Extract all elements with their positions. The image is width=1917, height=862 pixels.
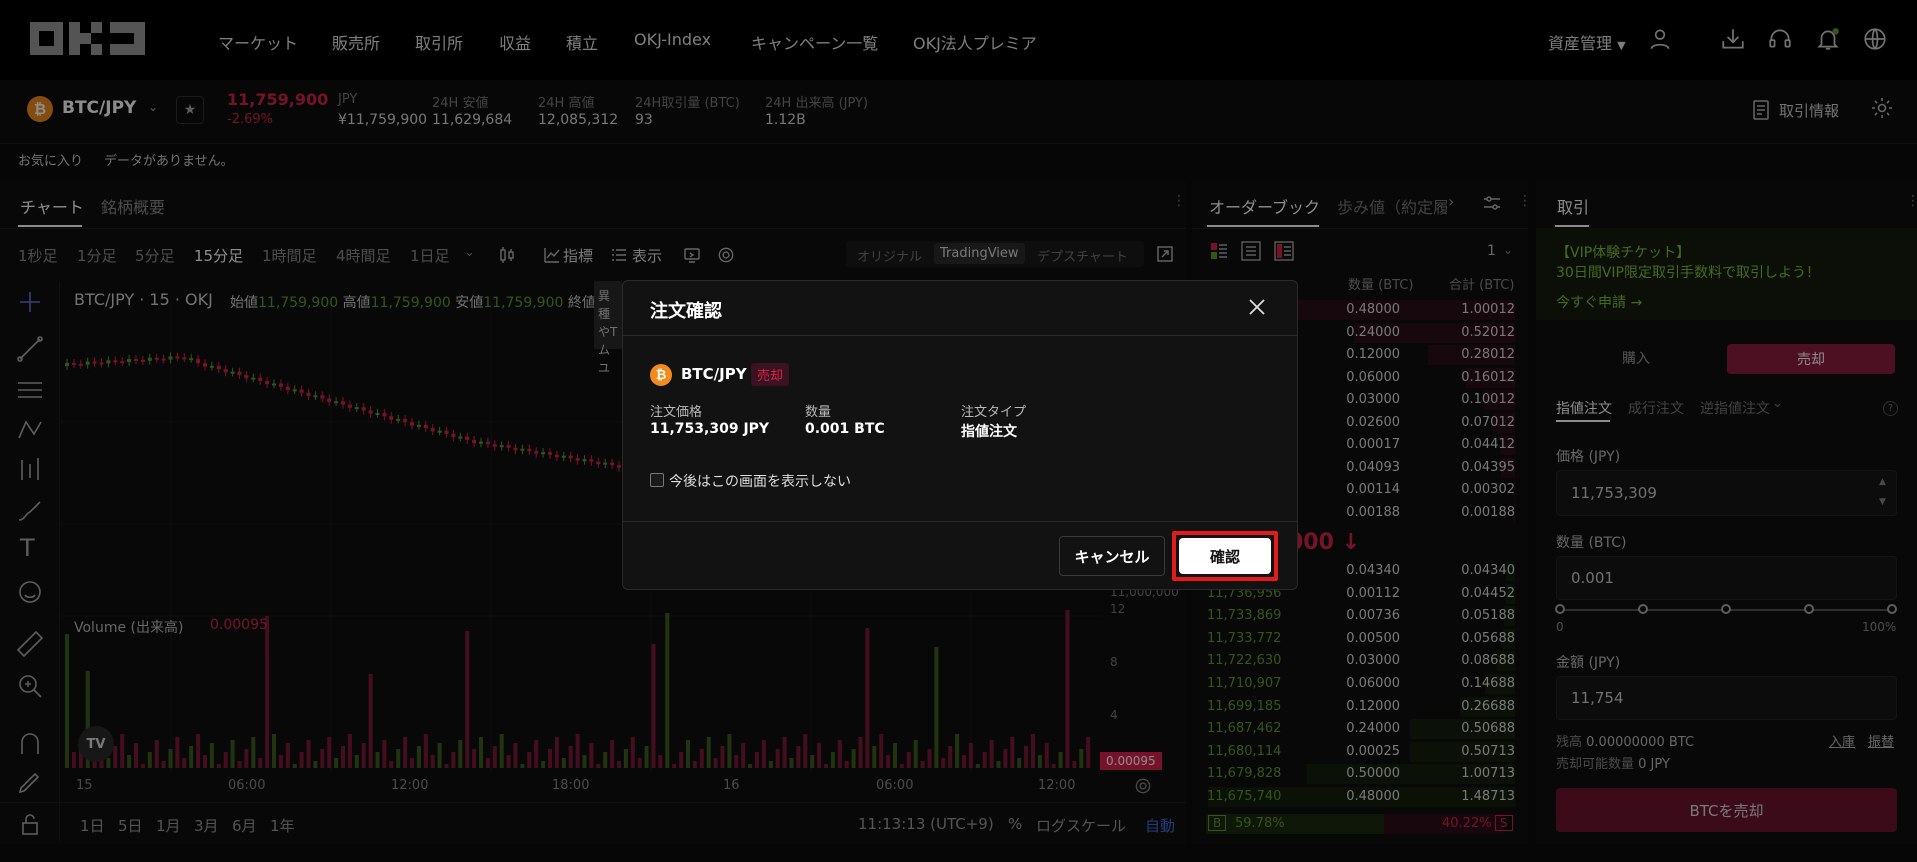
- order-price-value: 11,753,309 JPY: [650, 421, 770, 437]
- close-icon[interactable]: [1247, 297, 1267, 317]
- side-badge: 売却: [751, 363, 790, 386]
- bitcoin-icon: ₿: [650, 364, 672, 386]
- order-type-value: 指値注文: [961, 424, 1017, 440]
- divider: [623, 521, 1297, 522]
- dont-show-label[interactable]: 今後はこの画面を表示しない: [669, 471, 851, 491]
- confirm-button[interactable]: 確認: [1179, 538, 1271, 574]
- order-price-label: 注文価格: [650, 405, 703, 420]
- order-qty-label: 数量: [805, 405, 832, 420]
- dont-show-checkbox[interactable]: [650, 473, 664, 487]
- divider: [623, 335, 1297, 336]
- order-confirm-dialog: 注文確認 ₿ BTC/JPY 売却 注文価格 11,753,309 JPY 数量…: [622, 280, 1298, 590]
- cancel-button[interactable]: キャンセル: [1059, 536, 1165, 576]
- order-qty-value: 0.001 BTC: [805, 421, 885, 437]
- dialog-pair: BTC/JPY: [681, 365, 747, 383]
- order-type-label: 注文タイプ: [961, 405, 1027, 420]
- dialog-title: 注文確認: [650, 301, 722, 322]
